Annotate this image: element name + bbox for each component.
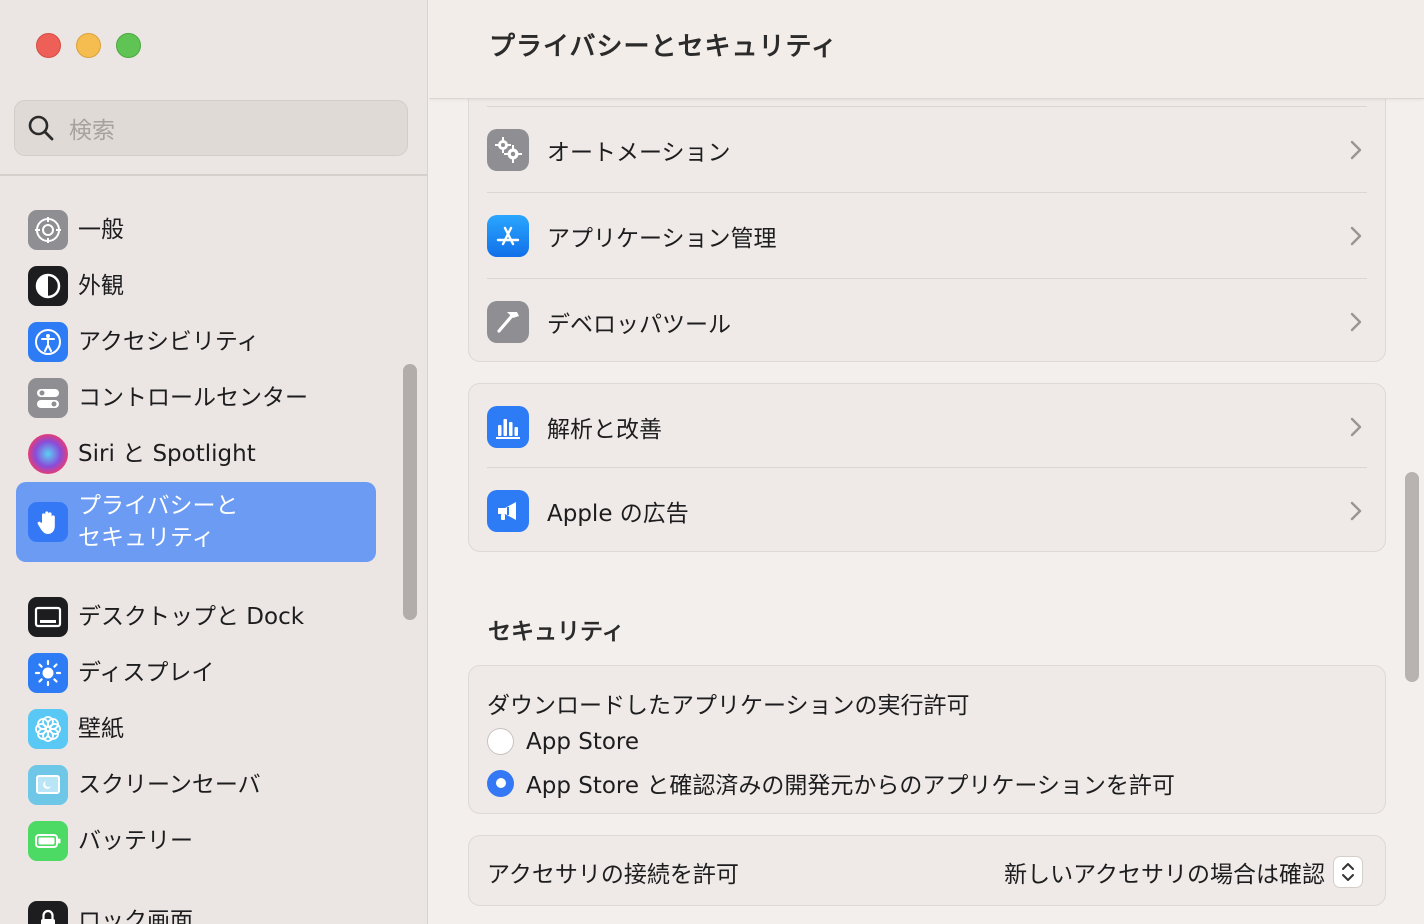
chevron-right-icon — [1350, 226, 1362, 246]
chevron-right-icon — [1350, 140, 1362, 160]
sidebar-item-lock-screen[interactable]: ロック画面 — [16, 893, 376, 924]
sidebar-item-control-center[interactable]: コントロールセンター — [16, 370, 376, 426]
sidebar-item-label: 壁紙 — [78, 715, 124, 742]
radio-button[interactable] — [487, 728, 514, 755]
popup-chevron-updown-icon — [1333, 855, 1363, 888]
sidebar-item-label: プライバシーと セキュリティ — [78, 492, 239, 551]
battery-icon — [28, 821, 68, 861]
chevron-right-icon — [1350, 501, 1362, 521]
toolbar: プライバシーとセキュリティ — [429, 0, 1424, 99]
privacy-card-2: 解析と改善 Apple の広告 — [468, 383, 1386, 552]
zoom-window-button[interactable] — [116, 33, 141, 58]
appearance-icon — [28, 266, 68, 306]
row-developer-tools[interactable]: デベロッパツール — [469, 279, 1387, 365]
sidebar-item-accessibility[interactable]: アクセシビリティ — [16, 314, 376, 370]
sidebar-item-wallpaper[interactable]: 壁紙 — [16, 701, 376, 757]
row-label: アプリケーション管理 — [547, 226, 777, 252]
accessory-popup-button[interactable]: 新しいアクセサリの場合は確認 — [1004, 855, 1363, 889]
minimize-window-button[interactable] — [76, 33, 101, 58]
hand-icon — [28, 502, 68, 542]
bar-chart-icon — [487, 406, 529, 448]
sidebar-item-label: デスクトップと Dock — [78, 603, 305, 630]
accessory-card: アクセサリの接続を許可 新しいアクセサリの場合は確認 — [468, 835, 1386, 906]
main-content: プライバシーとセキュリティ オートメーション アプリケーション管理 デベロッパツ… — [429, 0, 1424, 924]
sidebar-item-label: コントロールセンター — [78, 384, 308, 411]
sidebar-item-siri-spotlight[interactable]: Siri と Spotlight — [16, 426, 376, 482]
page-title: プライバシーとセキュリティ — [489, 32, 838, 62]
hammer-icon — [487, 301, 529, 343]
desktop-dock-icon — [28, 597, 68, 637]
close-window-button[interactable] — [36, 33, 61, 58]
search-input[interactable]: 検索 — [14, 100, 408, 156]
gears-icon — [487, 129, 529, 171]
sidebar-item-label: バッテリー — [78, 827, 193, 854]
siri-icon — [28, 434, 68, 474]
sidebar-item-privacy-security[interactable]: プライバシーと セキュリティ — [16, 482, 376, 562]
radio-label: App Store と確認済みの開発元からのアプリケーションを許可 — [526, 773, 1175, 799]
app-store-icon — [487, 215, 529, 257]
sidebar-item-screensaver[interactable]: スクリーンセーバ — [16, 757, 376, 813]
chevron-right-icon — [1350, 417, 1362, 437]
sidebar-item-desktop-dock[interactable]: デスクトップと Dock — [16, 589, 376, 645]
sidebar-item-label: ロック画面 — [78, 907, 193, 924]
privacy-card-1: オートメーション アプリケーション管理 デベロッパツール — [468, 80, 1386, 362]
row-accessory-permission: アクセサリの接続を許可 新しいアクセサリの場合は確認 — [469, 836, 1387, 907]
section-title-security: セキュリティ — [488, 619, 625, 645]
lock-icon — [28, 901, 68, 924]
sidebar-item-label: 一般 — [78, 216, 124, 243]
search-placeholder: 検索 — [69, 118, 115, 144]
row-label: デベロッパツール — [547, 312, 731, 338]
control-center-icon — [28, 378, 68, 418]
search-icon — [28, 115, 54, 141]
chevron-right-icon — [1350, 312, 1362, 332]
wallpaper-flower-icon — [28, 709, 68, 749]
sidebar-divider — [0, 174, 427, 176]
download-permission-title: ダウンロードしたアプリケーションの実行許可 — [487, 693, 970, 719]
row-apple-advertising[interactable]: Apple の広告 — [469, 468, 1387, 554]
accessory-label: アクセサリの接続を許可 — [487, 861, 739, 888]
sidebar-item-displays[interactable]: ディスプレイ — [16, 645, 376, 701]
accessibility-icon — [28, 322, 68, 362]
sidebar-scrollbar[interactable] — [403, 364, 417, 620]
main-scrollbar[interactable] — [1405, 472, 1419, 682]
sidebar-item-label: スクリーンセーバ — [78, 771, 261, 798]
sidebar: 検索 一般 外観 アクセシビリティ コントロールセンター Siri と Spot… — [0, 0, 428, 924]
sidebar-item-battery[interactable]: バッテリー — [16, 813, 376, 869]
row-analytics[interactable]: 解析と改善 — [469, 384, 1387, 470]
accessory-value: 新しいアクセサリの場合は確認 — [1004, 861, 1325, 888]
megaphone-icon — [487, 490, 529, 532]
download-permission-card: ダウンロードしたアプリケーションの実行許可 App Store App Stor… — [468, 665, 1386, 814]
sidebar-item-label: アクセシビリティ — [78, 328, 260, 355]
row-app-management[interactable]: アプリケーション管理 — [469, 193, 1387, 279]
row-automation[interactable]: オートメーション — [469, 107, 1387, 193]
sidebar-item-label: 外観 — [78, 272, 124, 299]
screensaver-icon — [28, 765, 68, 805]
gear-icon — [28, 210, 68, 250]
row-label: オートメーション — [547, 140, 731, 166]
sidebar-item-label: Siri と Spotlight — [78, 440, 256, 467]
radio-button-selected[interactable] — [487, 769, 514, 797]
radio-option-app-store[interactable]: App Store — [487, 728, 639, 755]
row-label: 解析と改善 — [547, 417, 662, 443]
sidebar-item-appearance[interactable]: 外観 — [16, 258, 376, 314]
sidebar-item-general[interactable]: 一般 — [16, 202, 376, 258]
display-brightness-icon — [28, 653, 68, 693]
radio-label: App Store — [526, 728, 640, 755]
sidebar-item-label: ディスプレイ — [78, 659, 215, 686]
radio-option-app-store-identified[interactable]: App Store と確認済みの開発元からのアプリケーションを許可 — [487, 766, 1175, 800]
row-label: Apple の広告 — [547, 501, 689, 527]
